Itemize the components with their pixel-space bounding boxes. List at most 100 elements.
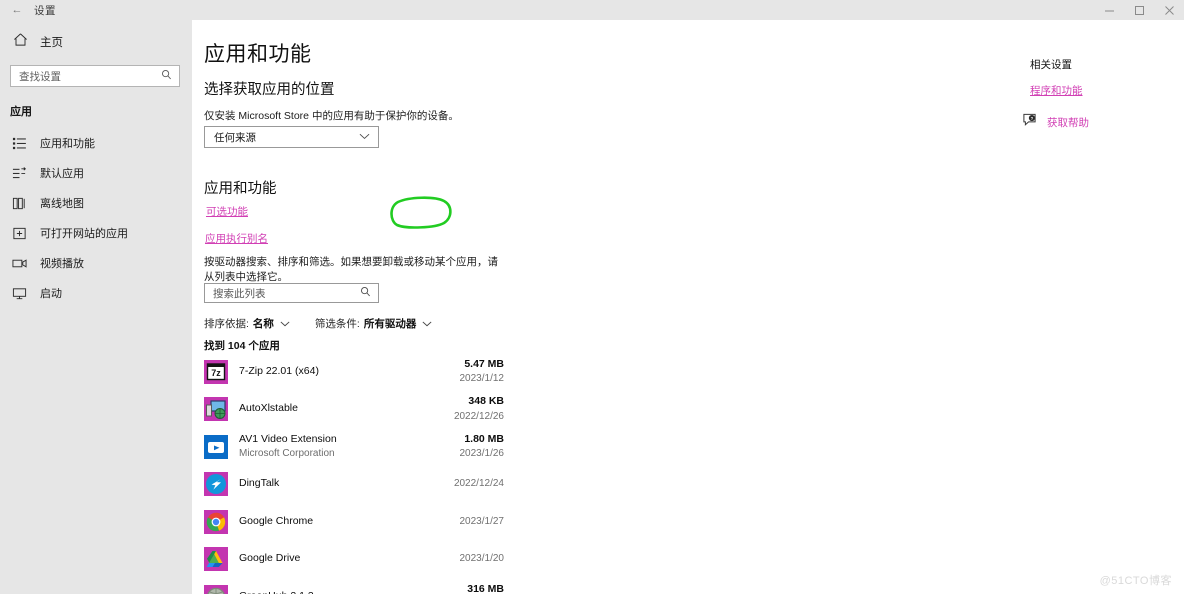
svg-text:?: ?: [1031, 116, 1034, 121]
app-date: 2022/12/26: [453, 410, 504, 422]
sidebar-item-video-playback[interactable]: 视频播放: [0, 248, 192, 278]
app-meta: 348 KB 2022/12/26: [454, 391, 504, 429]
sidebar-item-label: 应用和功能: [40, 138, 95, 150]
default-apps-icon: [11, 165, 27, 181]
sidebar-item-startup[interactable]: 启动: [0, 278, 192, 308]
sidebar-item-home[interactable]: 主页: [0, 28, 192, 56]
minimize-icon[interactable]: [1094, 0, 1124, 20]
sort-by-value: 名称: [252, 318, 274, 330]
search-icon: [161, 67, 179, 85]
app-meta: 316 MB 2022/12/31: [454, 578, 504, 594]
install-source-value: 任何来源: [214, 131, 256, 144]
window-title: 设置: [34, 4, 56, 17]
app-list-item[interactable]: GreenHub 2.1.3 316 MB 2022/12/31: [204, 578, 504, 594]
sidebar-item-label: 可打开网站的应用: [40, 228, 128, 240]
app-list-item[interactable]: AutoXlstable 348 KB 2022/12/26: [204, 391, 504, 429]
app-text: Google Chrome: [239, 515, 313, 529]
autoxlstable-icon: [204, 397, 228, 422]
settings-search-box[interactable]: 查找设置: [10, 65, 180, 87]
app-meta: 1.80 MB 2023/1/26: [460, 428, 505, 466]
sidebar-item-apps-for-websites[interactable]: 可打开网站的应用: [0, 218, 192, 248]
app-text: AV1 Video Extension Microsoft Corporatio…: [239, 433, 337, 460]
title-bar: ← 设置: [0, 0, 1184, 20]
sidebar-item-label: 默认应用: [40, 168, 84, 180]
sidebar-home-label: 主页: [40, 37, 63, 49]
filter-by-control[interactable]: 筛选条件: 所有驱动器: [315, 316, 432, 331]
sidebar-item-label: 启动: [40, 288, 62, 300]
found-apps-count: 找到 104 个应用: [204, 340, 280, 352]
app-meta: 2023/1/20: [460, 541, 505, 579]
sevenzip-icon: 7z: [204, 359, 228, 384]
settings-window: ← 设置 主页 查找设置 应用 应用和功能 默认应用 离线地图 可打开网站的应用…: [0, 0, 1184, 594]
app-list-item[interactable]: Google Drive 2023/1/20: [204, 541, 504, 579]
get-help-row[interactable]: ? 获取帮助: [1022, 113, 1089, 132]
app-meta: 2023/1/27: [460, 503, 505, 541]
app-name: AV1 Video Extension: [239, 433, 337, 446]
install-source-dropdown[interactable]: 任何来源: [204, 126, 379, 148]
install-source-description: 仅安装 Microsoft Store 中的应用有助于保护你的设备。: [204, 110, 459, 122]
apps-for-websites-icon: [11, 225, 27, 241]
av1-video-icon: [204, 434, 228, 459]
app-text: GreenHub 2.1.3: [239, 590, 314, 594]
app-text: Google Drive: [239, 552, 300, 566]
app-publisher: Microsoft Corporation: [239, 448, 335, 460]
dingtalk-icon: [204, 472, 228, 497]
app-list-item[interactable]: 7z 7-Zip 22.01 (x64) 5.47 MB 2023/1/12: [204, 353, 504, 391]
sort-by-label: 排序依据:: [204, 318, 249, 330]
watermark: @51CTO博客: [1099, 575, 1172, 587]
startup-icon: [11, 285, 27, 301]
app-text: DingTalk: [239, 477, 279, 491]
settings-search-input[interactable]: 查找设置: [11, 69, 161, 84]
chevron-down-icon: [359, 132, 378, 142]
home-icon: [13, 32, 28, 52]
sort-by-control[interactable]: 排序依据: 名称: [204, 316, 290, 331]
app-list-item[interactable]: DingTalk 2022/12/24: [204, 466, 504, 504]
app-name: GreenHub 2.1.3: [239, 590, 314, 594]
app-list-search-box[interactable]: 搜索此列表: [204, 283, 379, 303]
app-size: 1.80 MB: [464, 432, 504, 445]
app-text: 7-Zip 22.01 (x64): [239, 365, 319, 379]
app-list-item[interactable]: AV1 Video Extension Microsoft Corporatio…: [204, 428, 504, 466]
app-date: 2023/1/12: [459, 373, 505, 385]
offline-maps-icon: [11, 195, 27, 211]
help-chat-icon: ?: [1022, 113, 1037, 132]
sidebar-item-apps-features[interactable]: 应用和功能: [0, 128, 192, 158]
page-title: 应用和功能: [204, 43, 312, 66]
back-arrow-icon[interactable]: ←: [0, 0, 34, 20]
filter-by-label: 筛选条件:: [314, 318, 360, 330]
sidebar-item-offline-maps[interactable]: 离线地图: [0, 188, 192, 218]
app-size: 316 MB: [467, 582, 504, 594]
app-name: AutoXlstable: [239, 402, 298, 415]
app-list-item[interactable]: Google Chrome 2023/1/27: [204, 503, 504, 541]
optional-features-link[interactable]: 可选功能: [206, 204, 248, 219]
chevron-down-icon: [422, 319, 432, 329]
main-content: 应用和功能 选择获取应用的位置 仅安装 Microsoft Store 中的应用…: [192, 20, 1184, 594]
related-settings-panel: 相关设置 程序和功能: [1030, 57, 1180, 98]
apps-features-icon: [11, 135, 27, 151]
app-execution-aliases-link[interactable]: 应用执行别名: [205, 231, 268, 246]
video-playback-icon: [11, 255, 27, 271]
apps-features-heading: 应用和功能: [204, 181, 277, 197]
app-list-search-input[interactable]: 搜索此列表: [205, 286, 360, 301]
app-date: 2022/12/24: [453, 478, 504, 489]
app-text: AutoXlstable: [239, 402, 298, 416]
sidebar: 主页 查找设置 应用 应用和功能 默认应用 离线地图 可打开网站的应用 视频播放…: [0, 20, 192, 594]
sidebar-item-label: 离线地图: [40, 198, 84, 210]
app-name: Google Drive: [239, 552, 301, 565]
sidebar-item-default-apps[interactable]: 默认应用: [0, 158, 192, 188]
maximize-icon[interactable]: [1124, 0, 1154, 20]
chevron-down-icon: [280, 319, 290, 329]
app-name: 7-Zip 22.01 (x64): [239, 364, 319, 377]
sidebar-item-label: 视频播放: [40, 258, 84, 270]
get-help-label[interactable]: 获取帮助: [1047, 115, 1089, 130]
svg-text:7z: 7z: [211, 368, 221, 378]
app-date: 2023/1/26: [459, 448, 505, 460]
app-name: Google Chrome: [239, 514, 314, 527]
annotation-ellipse: [390, 196, 452, 229]
close-icon[interactable]: [1154, 0, 1184, 20]
install-source-heading: 选择获取应用的位置: [204, 82, 335, 98]
sidebar-section-heading: 应用: [10, 106, 32, 118]
app-date: 2023/1/20: [459, 553, 505, 564]
programs-and-features-link[interactable]: 程序和功能: [1030, 83, 1180, 98]
search-icon: [360, 284, 378, 302]
